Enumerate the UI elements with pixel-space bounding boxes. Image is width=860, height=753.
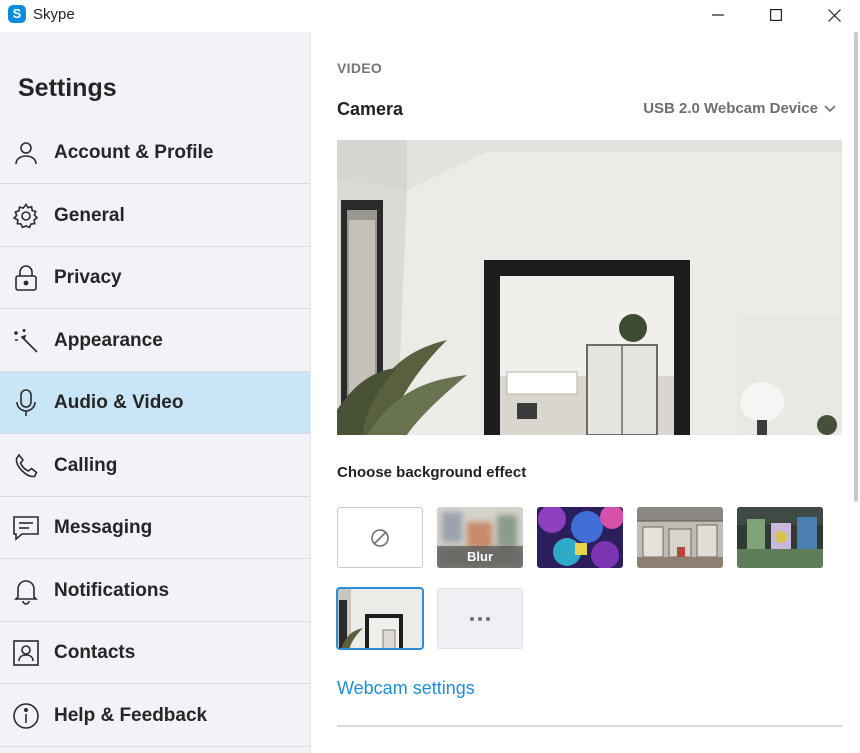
title-bar: S Skype [0,0,860,32]
sidebar-item-label: General [54,204,125,226]
skype-logo-icon: S [8,5,26,23]
close-button[interactable] [806,0,860,30]
sidebar-item-privacy[interactable]: Privacy [0,247,310,309]
sidebar-item-notifications[interactable]: Notifications [0,560,310,622]
sidebar-item-account-profile[interactable]: Account & Profile [0,122,310,184]
close-icon [827,8,841,22]
sidebar-item-appearance[interactable]: Appearance [0,310,310,372]
sidebar-item-label: Privacy [54,266,122,288]
sidebar-item-help-feedback[interactable]: Help & Feedback [0,685,310,747]
magic-wand-icon [12,327,40,355]
lock-icon [12,264,40,292]
camera-device-dropdown[interactable]: USB 2.0 Webcam Device [643,100,836,117]
effect-image-room-button[interactable] [737,507,823,568]
microphone-icon [12,388,40,417]
person-icon [12,139,40,167]
sidebar-item-label: Help & Feedback [54,704,208,726]
info-icon [12,702,40,730]
maximize-icon [770,9,782,21]
custom-background-thumbnail [337,588,423,649]
sidebar-item-audio-video[interactable]: Audio & Video [0,372,310,434]
section-heading: VIDEO [337,60,383,76]
room-background-thumbnail [737,507,823,568]
settings-sidebar: Settings Account & Profile General Priva… [0,32,311,753]
effect-none-button[interactable] [337,507,423,568]
colorful-background-thumbnail [537,507,623,568]
sidebar-item-contacts[interactable]: Contacts [0,622,310,684]
effect-blur-button[interactable]: Blur [437,507,523,568]
sidebar-item-label: Calling [54,454,118,476]
scrollbar[interactable] [854,32,858,502]
sidebar-item-label: Audio & Video [54,391,184,413]
effect-image-custom-button[interactable] [336,587,424,650]
sidebar-item-messaging[interactable]: Messaging [0,497,310,559]
app-title: Skype [33,6,75,23]
sidebar-item-label: Account & Profile [54,141,214,163]
camera-label: Camera [337,99,404,119]
bell-icon [12,577,40,605]
minimize-icon [712,14,724,16]
sidebar-item-calling[interactable]: Calling [0,435,310,497]
phone-icon [12,452,40,480]
camera-preview [337,140,842,435]
sidebar-item-general[interactable]: General [0,185,310,247]
effect-image-office-button[interactable] [637,507,723,568]
office-background-thumbnail [637,507,723,568]
sidebar-item-label: Contacts [54,641,136,663]
sidebar-item-label: Notifications [54,579,170,601]
more-effects-button[interactable] [437,588,523,649]
settings-content: VIDEO Camera USB 2.0 Webcam Device Choos… [312,32,860,753]
section-divider [337,725,842,727]
maximize-button[interactable] [748,0,804,30]
more-dots-icon [470,616,490,621]
blur-label: Blur [437,546,523,568]
no-effect-icon [371,528,389,547]
chat-bubble-icon [12,514,40,542]
sidebar-item-label: Messaging [54,516,153,538]
camera-device-value: USB 2.0 Webcam Device [643,100,818,117]
settings-title: Settings [18,74,117,102]
gear-icon [12,202,40,230]
effect-image-colorful-button[interactable] [537,507,623,568]
webcam-settings-link[interactable]: Webcam settings [337,678,475,699]
contact-card-icon [12,639,40,667]
sidebar-item-label: Appearance [54,329,163,351]
background-effect-label: Choose background effect [337,464,527,481]
chevron-down-icon [824,104,836,112]
minimize-button[interactable] [690,0,746,30]
